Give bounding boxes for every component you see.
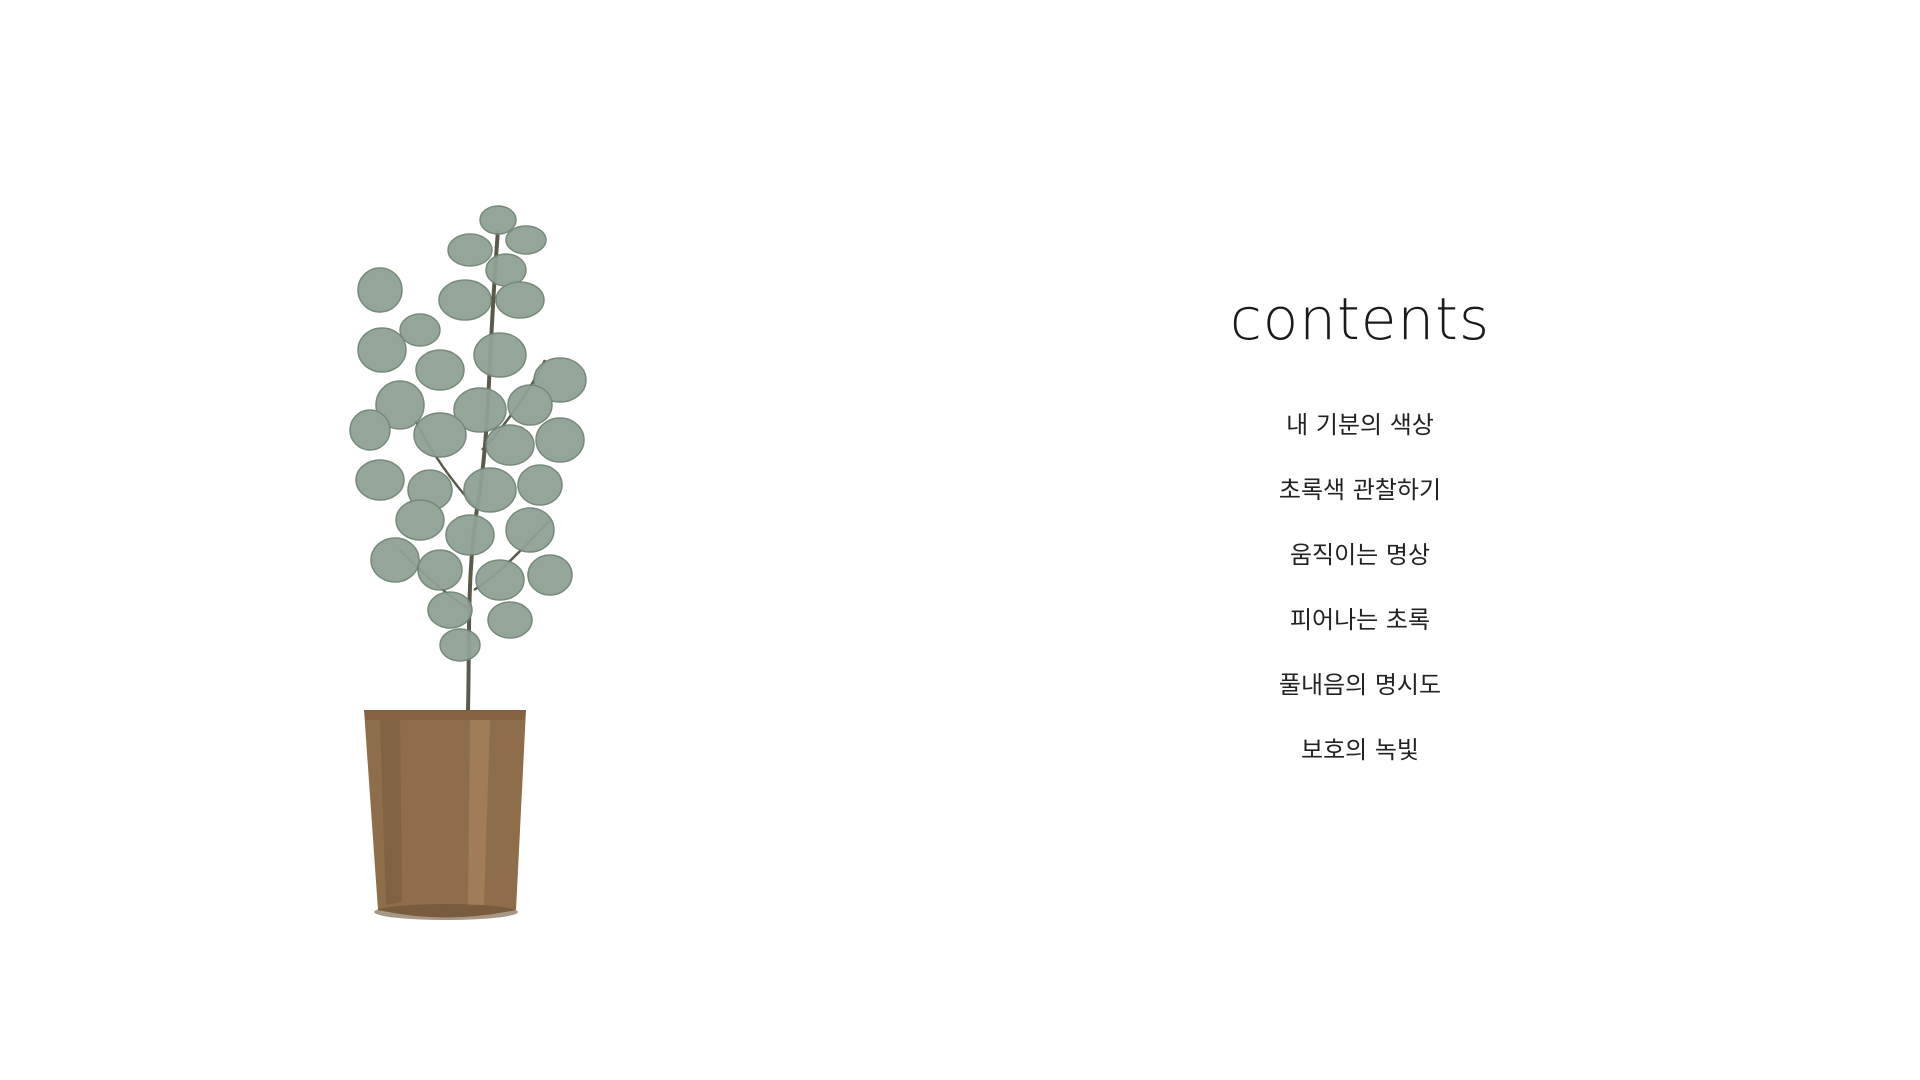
- contents-item-2[interactable]: 초록색 관찰하기: [1160, 457, 1560, 522]
- page: contents 내 기분의 색상 초록색 관찰하기 움직이는 명상 피어나는 …: [0, 0, 1920, 1080]
- contents-title: contents: [1229, 285, 1491, 353]
- contents-item-3[interactable]: 움직이는 명상: [1160, 522, 1560, 587]
- potted-plant-illustration: [349, 205, 587, 920]
- contents-item-1[interactable]: 내 기분의 색상: [1160, 392, 1560, 457]
- contents-item-4[interactable]: 피어나는 초록: [1160, 587, 1560, 652]
- contents-list: 내 기분의 색상 초록색 관찰하기 움직이는 명상 피어나는 초록 풀내음의 명…: [1160, 392, 1560, 782]
- contents-item-5[interactable]: 풀내음의 명시도: [1160, 652, 1560, 717]
- contents-item-6[interactable]: 보호의 녹빛: [1160, 717, 1560, 782]
- table-of-contents: contents 내 기분의 색상 초록색 관찰하기 움직이는 명상 피어나는 …: [1160, 290, 1560, 782]
